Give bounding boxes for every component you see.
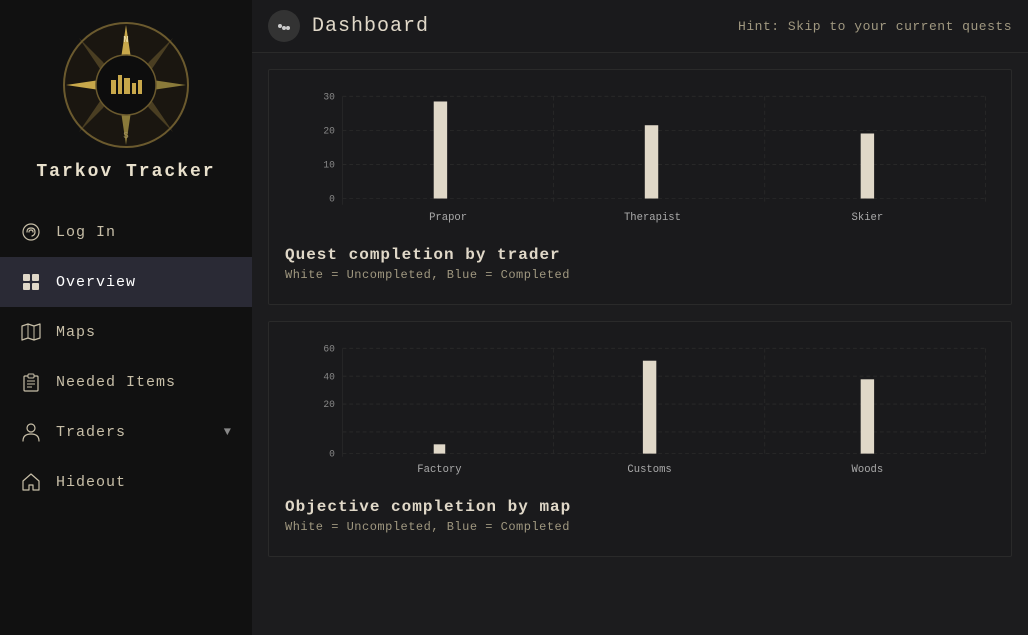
topbar: Dashboard Hint: Skip to your current que… [252, 0, 1028, 53]
quest-chart-title-text: Quest completion by trader [285, 246, 995, 264]
sidebar-item-maps[interactable]: Maps [0, 307, 252, 357]
map-chart-title-text: Objective completion by map [285, 498, 995, 516]
quest-chart-subtitle-text: White = Uncompleted, Blue = Completed [285, 268, 995, 282]
traders-expand-icon: ▼ [224, 425, 232, 439]
logo-area: N S Tarkov Tracker [36, 0, 215, 197]
logo-compass: N S [61, 20, 191, 150]
svg-text:S: S [123, 131, 128, 141]
sidebar-item-login-label: Log In [56, 224, 232, 241]
quest-chart-container: 30 20 10 0 Prapor Therapist [285, 86, 995, 246]
svg-text:Customs: Customs [627, 464, 671, 476]
sidebar-item-overview[interactable]: Overview [0, 257, 252, 307]
sidebar-item-hideout-label: Hideout [56, 474, 232, 491]
home-icon [20, 471, 42, 493]
sidebar-item-login[interactable]: Log In [0, 207, 252, 257]
quest-chart-title: Quest completion by trader White = Uncom… [285, 246, 995, 282]
menu-dots-button[interactable] [268, 10, 300, 42]
sidebar-item-needed-items-label: Needed Items [56, 374, 232, 391]
sidebar-item-maps-label: Maps [56, 324, 232, 341]
svg-text:20: 20 [323, 125, 335, 136]
fingerprint-icon [20, 221, 42, 243]
sidebar-item-traders-label: Traders [56, 424, 210, 441]
sidebar-item-hideout[interactable]: Hideout [0, 457, 252, 507]
svg-text:0: 0 [329, 193, 335, 204]
svg-text:20: 20 [323, 399, 335, 410]
dot3 [286, 26, 290, 30]
map-chart-card: 60 40 20 0 Factory Customs [268, 321, 1012, 557]
svg-text:Therapist: Therapist [624, 212, 681, 224]
grid-icon [20, 271, 42, 293]
app-title: Tarkov Tracker [36, 162, 215, 182]
svg-text:Factory: Factory [417, 464, 462, 476]
quest-chart-svg: 30 20 10 0 Prapor Therapist [285, 86, 995, 246]
person-icon [20, 421, 42, 443]
map-chart-subtitle-text: White = Uncompleted, Blue = Completed [285, 520, 995, 534]
svg-text:40: 40 [323, 371, 335, 382]
nav-menu: Log In Overview [0, 207, 252, 625]
sidebar-item-traders[interactable]: Traders ▼ [0, 407, 252, 457]
map-chart-container: 60 40 20 0 Factory Customs [285, 338, 995, 498]
svg-text:10: 10 [323, 159, 335, 170]
page-title: Dashboard [312, 15, 726, 38]
svg-text:N: N [123, 35, 128, 45]
map-icon [20, 321, 42, 343]
main-content: Dashboard Hint: Skip to your current que… [252, 0, 1028, 635]
clipboard-icon [20, 371, 42, 393]
sidebar-item-overview-label: Overview [56, 274, 232, 291]
svg-text:60: 60 [323, 343, 335, 354]
svg-text:Woods: Woods [852, 464, 884, 476]
svg-text:0: 0 [329, 448, 335, 459]
sidebar-item-needed-items[interactable]: Needed Items [0, 357, 252, 407]
map-chart-labels: Objective completion by map White = Unco… [285, 498, 995, 534]
svg-text:Prapor: Prapor [429, 212, 467, 224]
content-area: 30 20 10 0 Prapor Therapist [252, 53, 1028, 573]
sidebar: N S Tarkov Tracker Log In [0, 0, 252, 635]
map-chart-svg: 60 40 20 0 Factory Customs [285, 338, 995, 498]
hint-text: Hint: Skip to your current quests [738, 19, 1012, 34]
quest-chart-card: 30 20 10 0 Prapor Therapist [268, 69, 1012, 305]
svg-text:30: 30 [323, 91, 335, 102]
svg-text:Skier: Skier [852, 212, 884, 224]
